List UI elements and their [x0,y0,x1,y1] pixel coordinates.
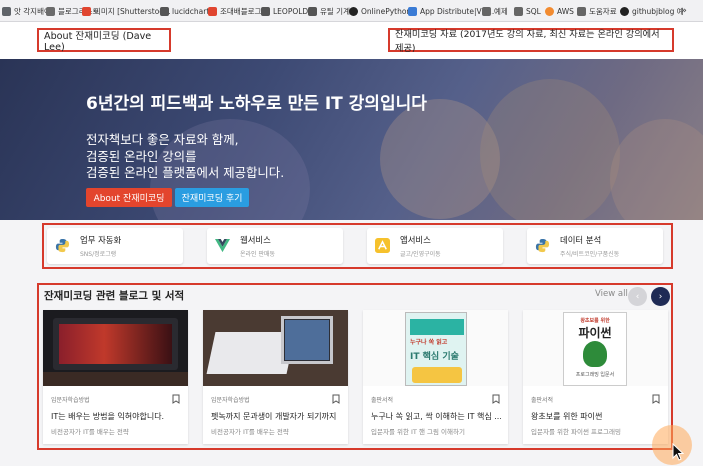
bookmark-icon[interactable] [652,394,660,404]
card-title: 펫녹까지 문과생이 개발자가 되기까지 [211,412,337,421]
bookmark-icon[interactable] [332,394,340,404]
bookmarks-bar: 앗 각지배야 블로그리스트 이미지 [Shutterstoc... lucidc… [0,0,703,22]
chevron-left-icon: ‹ [635,291,640,302]
python-icon [55,238,70,253]
services-row: 업무 자동화 SNS/정로그랭 웹서비스 온라인 판매동 앱서비스 글고/인영구… [42,223,673,269]
bookmark-item[interactable]: OnlinePython [349,4,411,18]
mascot-icon [583,341,607,367]
about-button[interactable]: About 잔재미코딩 [86,188,172,207]
carousel-prev-button[interactable]: ‹ [628,287,647,306]
bookmarks-overflow[interactable]: » [681,4,687,18]
chevron-right-icon: › [658,291,663,302]
bookmark-item[interactable]: githubjblog 예 [620,4,684,18]
bookmark-item[interactable]: 유틸 기계 [308,4,350,18]
bookmark-icon [308,6,317,16]
bookmark-icon [2,6,11,16]
card-thumbnail: 왕초보를 위한 파이썬 프로그래밍 입문서 [523,310,668,386]
materials-link[interactable]: 잔재미코딩 자료 (2017년도 강의 자료, 최신 자료는 온라인 강의에서 … [388,28,674,54]
mouse-cursor-icon [672,443,684,461]
blog-card[interactable]: 누구나 쏙 읽고 IT 핵심 기술 출판서적 누구나 쏙 읽고, 싹 이해하는 … [363,310,508,444]
bookmark-icon [82,6,91,16]
bookmark-icon [46,6,55,16]
bookmark-item[interactable]: LEOPOLD [261,4,308,18]
bookmark-item[interactable]: 조대배블로그 [208,4,261,18]
carousel-next-button[interactable]: › [651,287,670,306]
service-card-app[interactable]: 앱서비스 글고/인영구이동 [367,228,503,264]
about-link[interactable]: About 잔재미코딩 (Dave Lee) [37,28,171,53]
hero-background-image [610,119,703,220]
hero-description: 전자책보다 좋은 자료와 함께, 검증된 온라인 강의를 검증된 온라인 플랫폼… [86,132,285,180]
service-card-automation[interactable]: 업무 자동화 SNS/정로그랭 [47,228,183,264]
app-icon [375,238,390,253]
service-card-data[interactable]: 데이터 분석 주식/비트코인/구품신동 [527,228,663,264]
bookmark-item[interactable]: lucidchart [160,4,209,18]
blog-section: 잔재미코딩 관련 블로그 및 서적 View all ‹ › 입문자학습방법 I… [37,283,673,450]
service-card-web[interactable]: 웹서비스 온라인 판매동 [207,228,343,264]
bookmark-item[interactable]: AWS [545,4,574,18]
python-icon [535,238,550,253]
bookmark-item[interactable]: 도움자료 [577,4,617,18]
blog-card[interactable]: 왕초보를 위한 파이썬 프로그래밍 입문서 출판서적 왕초보를 위한 파이썬 입… [523,310,668,444]
bookmark-icon[interactable] [172,394,180,404]
bookmark-icon [408,6,417,16]
card-thumbnail [43,310,188,386]
folder-icon [482,6,491,16]
folder-icon [514,6,523,16]
card-title: 왕초보를 위한 파이썬 [531,412,603,421]
bookmark-icon [261,6,270,16]
blog-card[interactable]: 입문자학습방법 IT는 배우는 방법을 익혀야합니다. 비전공자가 IT를 배우… [43,310,188,444]
card-thumbnail: 누구나 쏙 읽고 IT 핵심 기술 [363,310,508,386]
bookmark-item[interactable]: 예제 [482,4,508,18]
aws-icon [545,6,554,16]
bookmark-icon [160,6,169,16]
bookmark-item[interactable]: 이미지 [Shutterstoc... [82,4,171,18]
blog-card[interactable]: 입문자학습방법 펫녹까지 문과생이 개발자가 되기까지 비전공자가 IT를 배우… [203,310,348,444]
card-title: IT는 배우는 방법을 익혀야합니다. [51,412,165,421]
vue-icon [215,238,230,253]
github-icon [349,6,358,16]
card-title: 누구나 쏙 읽고, 싹 이해하는 IT 핵심 ... [371,412,501,421]
view-all-link[interactable]: View all [595,289,628,299]
card-thumbnail [203,310,348,386]
section-title: 잔재미코딩 관련 블로그 및 서적 [44,290,185,302]
bookmark-item[interactable]: 앗 각지배야 [2,4,51,18]
hero-background-image [480,79,620,220]
site-header: About 잔재미코딩 (Dave Lee) 잔재미코딩 자료 (2017년도 … [0,22,703,59]
bookmark-item[interactable]: SQL [514,4,541,18]
book-cover: 누구나 쏙 읽고 IT 핵심 기술 [405,312,467,386]
book-cover: 왕초보를 위한 파이썬 프로그래밍 입문서 [563,312,627,386]
folder-icon [577,6,586,16]
github-icon [620,6,629,16]
bookmark-icon[interactable] [492,394,500,404]
bookmark-icon [208,6,217,16]
reviews-button[interactable]: 잔재미코딩 후기 [175,188,249,207]
hero-title: 6년간의 피드백과 노하우로 만든 IT 강의입니다 [86,94,427,114]
hero-banner: 6년간의 피드백과 노하우로 만든 IT 강의입니다 전자책보다 좋은 자료와 … [0,59,703,220]
